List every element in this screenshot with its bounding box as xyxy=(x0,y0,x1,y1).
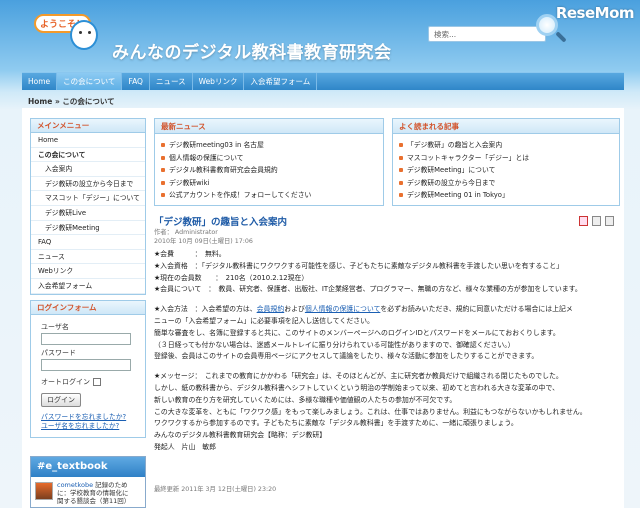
tweet-text-1: 記録のため xyxy=(95,481,128,489)
list-item[interactable]: デジタル教科書教育研究会会員規約 xyxy=(155,164,383,177)
print-icon[interactable] xyxy=(592,216,601,226)
article-apply-line: ★入会方法 ：入会希望の方は、会員規約および個人情報の保護についてを必ずお読みい… xyxy=(154,304,620,316)
apply-mid: および xyxy=(284,305,305,314)
login-form-title: ログインフォーム xyxy=(31,300,145,315)
popular-articles-box: よく読まれる記事 「デジ教研」の趣旨と入会案内 マスコットキャラクター「デジー」… xyxy=(392,118,620,206)
tab-join-form[interactable]: 入会希望フォーム xyxy=(244,73,318,90)
sidebar-item-weblinks[interactable]: Webリンク xyxy=(31,264,145,279)
forgot-username-link[interactable]: ユーザ名を忘れましたか? xyxy=(41,422,139,431)
auto-login-label: オートログイン xyxy=(41,377,90,386)
password-field[interactable] xyxy=(41,358,131,371)
article-date: 2010年 10月 09日(土曜日) 17:06 xyxy=(154,238,253,245)
avatar[interactable] xyxy=(35,482,53,500)
article-line: 登録後、会員はこのサイトの会員専用ページにアクセスして議論をしたり、様々な活動に… xyxy=(154,352,539,361)
list-item[interactable]: デジ教研wiki xyxy=(155,177,383,190)
latest-news-title: 最新ニュース xyxy=(155,119,383,134)
article-line: 簡単な審査をし、名簿に登録すると共に、このサイトのメンバーページへのログインID… xyxy=(154,328,560,337)
article-line: みんなのデジタル教科書教育研究会【略称：デジ教研】 xyxy=(154,431,327,440)
mascot-icon xyxy=(70,20,98,50)
sidebar-item-meeting[interactable]: デジ教研Meeting xyxy=(31,221,145,236)
article-line: ★会費 ： 無料。 xyxy=(154,250,226,258)
member-rules-link[interactable]: 会員規約 xyxy=(257,305,285,313)
article-line: ★メッセージ： これまでの教育にかかわる「研究会」は、そのほとんどが、主に研究者… xyxy=(154,372,563,381)
sidebar-item-news[interactable]: ニュース xyxy=(31,250,145,265)
sidebar-item-history[interactable]: デジ教研の設立から今日まで xyxy=(31,177,145,192)
article-line: ★入会資格 ：「デジタル教科書にワクワクする可能性を感じ、子どもたちに素敵なデジ… xyxy=(154,261,563,270)
latest-news-box: 最新ニュース デジ教研meeting03 in 名古屋 個人情報の保護について … xyxy=(154,118,384,206)
article-line: ★会員について ： 教員、研究者、保護者、出版社、IT企業経営者、プログラマー、… xyxy=(154,285,582,294)
sidebar: メインメニュー Home この会について 入会案内 デジ教研の設立から今日まで … xyxy=(30,118,146,443)
sidebar-item-live[interactable]: デジ教研Live xyxy=(31,206,145,221)
sidebar-item-home[interactable]: Home xyxy=(31,133,145,148)
sidebar-item-mascot[interactable]: マスコット「デジー」について xyxy=(31,191,145,206)
main-menu: メインメニュー Home この会について 入会案内 デジ教研の設立から今日まで … xyxy=(30,118,146,295)
privacy-link[interactable]: 個人情報の保護について xyxy=(305,305,380,313)
tab-home[interactable]: Home xyxy=(22,73,58,90)
sidebar-item-faq[interactable]: FAQ xyxy=(31,235,145,250)
article-author: 作者： Administrator xyxy=(154,229,218,236)
login-form: ログインフォーム ユーザ名 パスワード オートログイン ログイン パスワードを忘… xyxy=(30,299,146,438)
breadcrumb: Home » この会について xyxy=(28,97,115,106)
list-item[interactable]: デジ教研の設立から今日まで xyxy=(393,177,619,190)
username-field[interactable] xyxy=(41,332,131,345)
sidebar-item-join-guide[interactable]: 入会案内 xyxy=(31,162,145,177)
last-updated: 最終更新 2011年 3月 12日(土曜日) 23:20 xyxy=(154,486,277,493)
article-line: ニューの「入会希望フォーム」に必要事項を記入し送信してください。 xyxy=(154,316,374,325)
tab-news[interactable]: ニュース xyxy=(150,73,193,90)
tweet-user-link[interactable]: cometkobe xyxy=(57,481,93,489)
tweet-text-2: に：学校教育の情報化に xyxy=(57,489,129,497)
tweet-item: cometkobe 記録のため に：学校教育の情報化に 関する懇談会（第11回） xyxy=(31,477,145,505)
email-icon[interactable] xyxy=(605,216,614,226)
sidebar-item-join-form[interactable]: 入会希望フォーム xyxy=(31,279,145,294)
article-line: この大きな変革を、ともに「ワクワク感」をもって楽しみましょう。これは、仕事ではあ… xyxy=(154,407,587,416)
site-logo[interactable]: ようこそ！ xyxy=(34,14,98,62)
list-item[interactable]: マスコットキャラクター「デジー」とは xyxy=(393,152,619,165)
article-line: ワクワクするから参加するのです。子どもたちに素敵な「デジタル教科書」を手渡すため… xyxy=(154,419,518,428)
list-item[interactable]: デジ教研meeting03 in 名古屋 xyxy=(155,139,383,152)
article-line: しかし、紙の教科書から、デジタル教科書へシフトしていくという明治の学制始まって以… xyxy=(154,383,559,392)
list-item[interactable]: 個人情報の保護について xyxy=(155,152,383,165)
article-line: 発起人 片山 敏郎 xyxy=(154,442,217,451)
auto-login-checkbox[interactable] xyxy=(93,377,101,386)
list-item[interactable]: デジ教研Meeting」について xyxy=(393,164,619,177)
list-item[interactable]: 「デジ教研」の趣旨と入会案内 xyxy=(393,139,619,152)
main-menu-title: メインメニュー xyxy=(31,119,145,133)
password-label: パスワード xyxy=(41,348,76,357)
twitter-widget-title: #e_textbook xyxy=(31,457,145,477)
main-navbar: Home この会について FAQ ニュース Webリンク 入会希望フォーム xyxy=(22,72,624,90)
username-label: ユーザ名 xyxy=(41,322,69,331)
search-input[interactable]: 検索... xyxy=(428,26,546,42)
apply-suffix: を必ずお読みいただき、規約に同意いただける場合には上記メ xyxy=(380,305,573,314)
site-title[interactable]: みんなのデジタル教科書教育研究会 xyxy=(112,38,392,63)
tab-weblinks[interactable]: Webリンク xyxy=(193,73,245,90)
watermark: ReseMom xyxy=(555,4,635,22)
article-title[interactable]: 「デジ教研」の趣旨と入会案内 xyxy=(154,214,620,228)
article-tools xyxy=(575,216,614,228)
tab-about[interactable]: この会について xyxy=(57,73,123,90)
article-line: 新しい教育の在り方を研究していくためには、多様な職種や価値観の人たちの参加が不可… xyxy=(154,395,457,404)
article: 「デジ教研」の趣旨と入会案内 作者： Administrator 2010年 1… xyxy=(154,214,620,454)
tab-faq[interactable]: FAQ xyxy=(122,73,150,90)
list-item[interactable]: 公式アカウントを作成！フォローしてください xyxy=(155,189,383,202)
twitter-widget: #e_textbook cometkobe 記録のため に：学校教育の情報化に … xyxy=(30,456,146,508)
apply-prefix: ★入会方法 ：入会希望の方は、 xyxy=(154,305,257,314)
login-button[interactable]: ログイン xyxy=(41,392,81,407)
article-line: ★現在の会員数 ： 210名（2010.2.12現在） xyxy=(154,273,309,282)
forgot-password-link[interactable]: パスワードを忘れましたか? xyxy=(41,413,139,422)
sidebar-item-about[interactable]: この会について xyxy=(31,148,145,163)
list-item[interactable]: デジ教研Meeting 01 in Tokyo」 xyxy=(393,189,619,202)
article-line: （３日経っても付かない場合は、迷惑メールトレイに振り分けられている可能性がありま… xyxy=(154,340,515,349)
popular-articles-title: よく読まれる記事 xyxy=(393,119,619,134)
page: ReseMom ようこそ！ みんなのデジタル教科書教育研究会 検索... Hom… xyxy=(0,0,640,508)
tweet-text-3: 関する懇談会（第11回） xyxy=(57,497,131,505)
search-icon[interactable] xyxy=(536,14,558,36)
pdf-icon[interactable] xyxy=(579,216,588,226)
